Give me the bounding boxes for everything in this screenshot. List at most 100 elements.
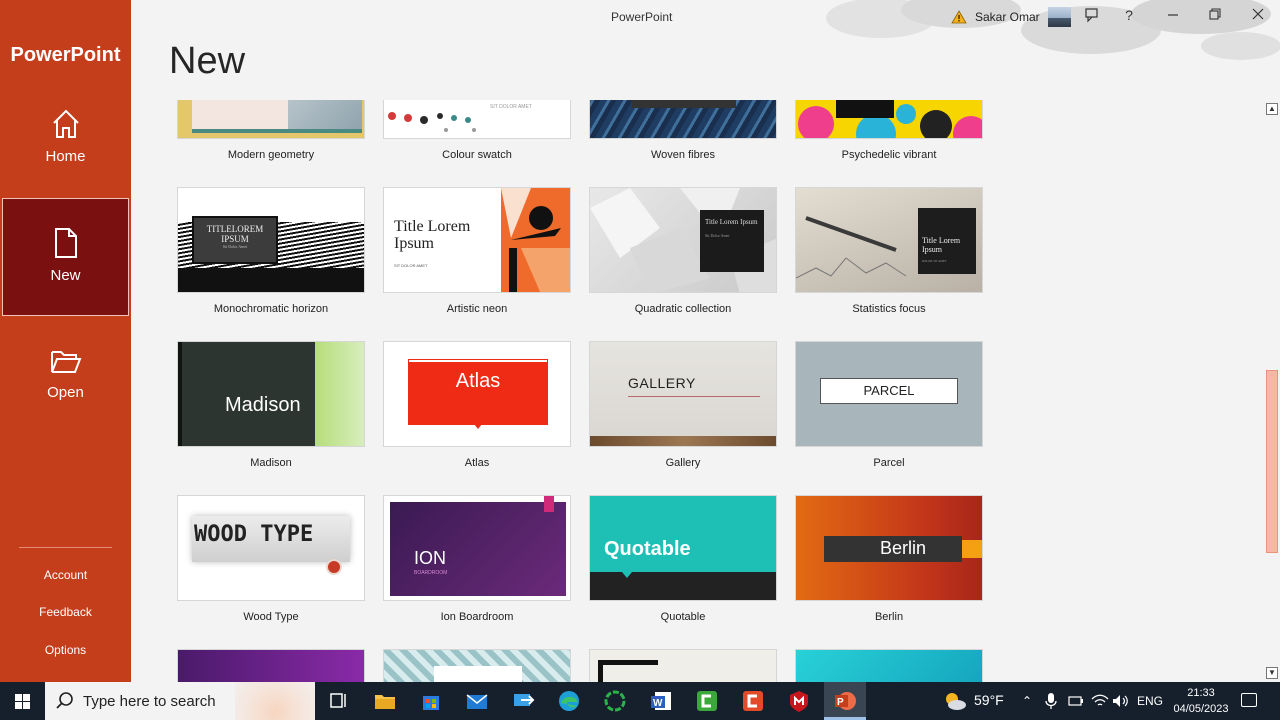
template-thumbnail[interactable]: WOOD TYPE — [177, 495, 365, 601]
sidebar-divider — [19, 547, 112, 548]
mail-icon[interactable] — [463, 687, 491, 715]
search-icon — [56, 692, 73, 709]
feedback-icon[interactable] — [1082, 7, 1102, 27]
template-thumbnail[interactable]: Title Lorem Ipsum SIT DOLOR AMET — [383, 187, 571, 293]
wifi-icon[interactable] — [1091, 694, 1109, 708]
user-avatar[interactable] — [1047, 7, 1071, 27]
thumb-title: Quotable — [604, 538, 691, 560]
thumb-title: Title Lorem Ipsum — [394, 218, 471, 252]
scroll-thumb[interactable] — [1266, 370, 1278, 553]
account-link[interactable]: Account — [0, 568, 131, 582]
weather-icon[interactable] — [943, 690, 967, 712]
start-button[interactable] — [0, 682, 45, 720]
template-name: Ion Boardroom — [440, 611, 514, 623]
nav-open[interactable]: Open — [0, 348, 131, 418]
template-name: Monochromatic horizon — [213, 303, 329, 315]
green-app-icon[interactable] — [693, 687, 721, 715]
warning-icon[interactable] — [951, 10, 967, 24]
template-thumbnail[interactable]: Title Lorem Ipsum Sit Dolor Amet — [589, 187, 777, 293]
thumb-subtitle: SIT DOLOR AMET — [394, 263, 428, 268]
template-thumbnail[interactable] — [589, 649, 777, 682]
template-thumbnail[interactable]: SIT DOLOR AMET — [383, 100, 571, 139]
thumb-title: TITLELOREM IPSUM — [206, 224, 264, 244]
template-name: Statistics focus — [852, 303, 926, 315]
language-indicator[interactable]: ENG — [1137, 694, 1163, 708]
store-icon[interactable] — [417, 687, 445, 715]
edge-icon[interactable] — [555, 687, 583, 715]
title-bar: PowerPoint Sakar Omar ? — [131, 0, 1280, 60]
restore-icon[interactable] — [1205, 7, 1225, 27]
windows-logo-icon — [15, 694, 30, 709]
template-thumbnail[interactable]: PARCEL — [795, 341, 983, 447]
thumb-title: Atlas — [455, 370, 501, 392]
window-title: PowerPoint — [611, 10, 673, 24]
gallery-scrollbar[interactable]: ▲ ▼ — [1264, 100, 1280, 682]
account-area[interactable]: Sakar Omar — [951, 7, 1071, 27]
template-thumbnail[interactable]: Atlas — [383, 341, 571, 447]
close-icon[interactable] — [1248, 7, 1268, 27]
microphone-icon[interactable] — [1045, 692, 1057, 710]
nav-home-label: Home — [45, 148, 86, 165]
thumb-subtitle: SIT DOLOR AMET — [490, 104, 532, 110]
template-name: Berlin — [874, 611, 904, 623]
template-thumbnail[interactable]: TITLELOREM IPSUM Sit Dolor Amet — [177, 187, 365, 293]
template-thumbnail[interactable]: Berlin — [795, 495, 983, 601]
minimize-icon[interactable] — [1163, 7, 1183, 27]
template-thumbnail[interactable] — [383, 649, 571, 682]
weather-temperature[interactable]: 59°F — [974, 692, 1004, 708]
options-link[interactable]: Options — [0, 643, 131, 657]
thumb-title: Madison — [225, 394, 301, 416]
clock-time: 21:33 — [1187, 687, 1215, 699]
template-name: Modern geometry — [227, 149, 315, 161]
template-thumbnail[interactable] — [795, 649, 983, 682]
template-thumbnail[interactable] — [589, 100, 777, 139]
thumb-subtitle: BOARDROOM — [414, 570, 448, 576]
template-thumbnail[interactable] — [177, 649, 365, 682]
thumb-title: ION — [414, 548, 447, 568]
circle-app-icon[interactable] — [601, 687, 629, 715]
scroll-up-icon[interactable]: ▲ — [1266, 103, 1278, 115]
nav-new[interactable]: New — [2, 198, 129, 316]
svg-text:W: W — [653, 698, 663, 709]
template-name: Quadratic collection — [634, 303, 732, 315]
thumb-title: Title Lorem Ipsum — [705, 218, 758, 226]
new-document-icon — [54, 228, 77, 258]
word-icon[interactable]: W — [647, 687, 675, 715]
windows-taskbar: Type here to search W P 59°F ⌃ ENG 21:33… — [0, 682, 1280, 720]
template-thumbnail[interactable]: ION BOARDROOM — [383, 495, 571, 601]
template-name: Woven fibres — [651, 149, 715, 161]
template-thumbnail[interactable]: Madison — [177, 341, 365, 447]
backstage-sidebar: PowerPoint Home New Open Account Feedbac… — [0, 0, 131, 682]
red-app-icon[interactable] — [739, 687, 767, 715]
template-thumbnail[interactable]: Quotable — [589, 495, 777, 601]
template-gallery: Modern geometry SIT DOLOR AMET Colour sw… — [131, 100, 1264, 682]
file-explorer-icon[interactable] — [371, 687, 399, 715]
thumb-title: Title Lorem Ipsum — [922, 236, 961, 254]
template-thumbnail[interactable] — [177, 100, 365, 139]
nav-home[interactable]: Home — [0, 108, 131, 178]
template-thumbnail[interactable]: GALLERY — [589, 341, 777, 447]
clock-date: 04/05/2023 — [1173, 703, 1229, 715]
thumb-title: Berlin — [880, 538, 927, 558]
search-highlight-image — [235, 682, 315, 720]
scroll-down-icon[interactable]: ▼ — [1266, 667, 1278, 679]
template-name: Madison — [250, 457, 292, 469]
thumb-subtitle: DOLOR SIT AMET — [922, 259, 947, 263]
template-thumbnail[interactable] — [795, 100, 983, 139]
user-name: Sakar Omar — [975, 10, 1040, 24]
remote-icon[interactable] — [509, 687, 537, 715]
mcafee-icon[interactable] — [785, 687, 813, 715]
notification-icon[interactable] — [1241, 693, 1257, 707]
taskbar-clock[interactable]: 21:33 04/05/2023 — [1170, 685, 1232, 717]
thumb-subtitle: Sit Dolor Amet — [705, 233, 730, 238]
task-view-icon[interactable] — [324, 687, 352, 715]
feedback-link[interactable]: Feedback — [0, 605, 131, 619]
taskbar-search[interactable]: Type here to search — [45, 682, 315, 720]
powerpoint-icon[interactable]: P — [831, 687, 859, 715]
help-icon[interactable]: ? — [1119, 7, 1139, 27]
chevron-up-icon[interactable]: ⌃ — [1022, 694, 1032, 708]
volume-icon[interactable] — [1112, 694, 1130, 708]
thumb-title: GALLERY — [628, 375, 696, 391]
template-thumbnail[interactable]: Title Lorem Ipsum DOLOR SIT AMET — [795, 187, 983, 293]
battery-icon[interactable] — [1068, 694, 1084, 708]
